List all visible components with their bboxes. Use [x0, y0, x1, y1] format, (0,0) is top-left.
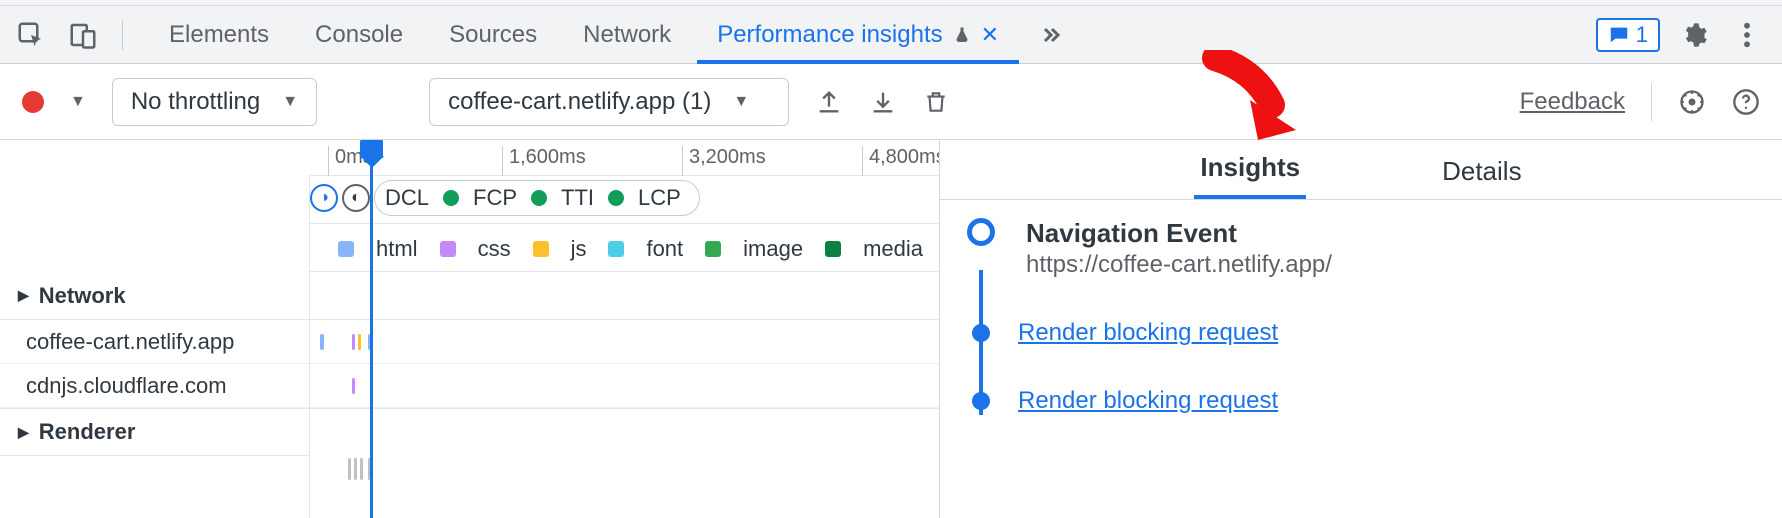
side-panel: Insights Details Navigation Event https:… [940, 140, 1782, 518]
throttling-label: No throttling [131, 88, 260, 116]
delete-icon[interactable] [923, 88, 949, 116]
import-icon[interactable] [869, 88, 897, 116]
marker-dot-icon [443, 190, 459, 206]
close-tab-icon[interactable]: ✕ [981, 22, 999, 48]
marker-dcl: DCL [385, 185, 429, 211]
inspect-element-icon[interactable] [16, 20, 46, 50]
marker-badge-icon: ◑ [310, 184, 338, 212]
marker-badge-icon: ◐ [342, 184, 370, 212]
ruler-tick: 3,200ms [682, 146, 766, 176]
marker-dot-icon [531, 190, 547, 206]
session-select[interactable]: coffee-cart.netlify.app (1) ▼ [429, 78, 789, 126]
kebab-menu-icon[interactable] [1728, 21, 1766, 49]
messages-count: 1 [1636, 22, 1648, 48]
chevron-down-icon: ▼ [282, 93, 298, 111]
legend-swatch-icon [338, 241, 354, 257]
messages-chip[interactable]: 1 [1596, 18, 1660, 52]
timeline-panel[interactable]: ▶Network coffee-cart.netlify.app cdnjs.c… [0, 140, 940, 518]
panel-settings-gear-icon[interactable] [1678, 88, 1706, 116]
tab-performance-insights[interactable]: Performance insights ✕ [697, 6, 1019, 64]
timing-marker-pill[interactable]: DCL FCP TTI LCP [374, 180, 700, 216]
legend-swatch-icon [825, 241, 841, 257]
marker-fcp: FCP [473, 185, 517, 211]
tab-elements[interactable]: Elements [149, 6, 289, 64]
legend-swatch-icon [533, 241, 549, 257]
ruler-tick: 4,800ms [862, 146, 940, 176]
insights-body: Navigation Event https://coffee-cart.net… [940, 200, 1782, 415]
tab-sources[interactable]: Sources [429, 6, 557, 64]
more-tabs-icon[interactable] [1025, 23, 1077, 47]
timing-markers: ◑ ◐ DCL FCP TTI LCP [310, 178, 700, 218]
chevron-down-icon: ▼ [733, 93, 749, 111]
devtools-tabstrip: Elements Console Sources Network Perform… [0, 6, 1782, 64]
experiment-flask-icon [953, 25, 971, 45]
tab-network[interactable]: Network [563, 6, 691, 64]
playhead[interactable] [370, 140, 373, 518]
network-track-row[interactable] [310, 320, 939, 364]
throttling-select[interactable]: No throttling ▼ [112, 78, 317, 126]
insight-link[interactable]: Render blocking request [1018, 387, 1278, 415]
legend-swatch-icon [440, 241, 456, 257]
settings-gear-icon[interactable] [1666, 21, 1722, 49]
legend-swatch-icon [608, 241, 624, 257]
time-ruler[interactable]: 0ms 1,600ms 3,200ms 4,800ms [310, 140, 939, 176]
perf-toolbar: ▼ No throttling ▼ coffee-cart.netlify.ap… [0, 64, 1782, 140]
insight-node-icon [972, 392, 990, 410]
insight-link[interactable]: Render blocking request [1018, 319, 1278, 347]
feedback-link[interactable]: Feedback [1520, 88, 1625, 116]
session-label: coffee-cart.netlify.app (1) [448, 88, 711, 116]
tab-console[interactable]: Console [295, 6, 423, 64]
network-host-row[interactable]: coffee-cart.netlify.app [0, 320, 309, 364]
resource-legend: html css js font image media [338, 236, 940, 262]
side-tab-details[interactable]: Details [1436, 156, 1527, 199]
renderer-track-row[interactable] [310, 456, 939, 500]
ruler-tick: 1,600ms [502, 146, 586, 176]
export-icon[interactable] [815, 88, 843, 116]
device-toggle-icon[interactable] [68, 20, 98, 50]
insight-title: Navigation Event [1026, 218, 1332, 249]
record-button[interactable] [22, 91, 44, 113]
legend-swatch-icon [705, 241, 721, 257]
insight-node-icon [967, 218, 995, 246]
insight-node-icon [972, 324, 990, 342]
insight-url: https://coffee-cart.netlify.app/ [1026, 251, 1332, 279]
network-section-toggle[interactable]: ▶Network [0, 272, 309, 320]
marker-lcp: LCP [638, 185, 681, 211]
renderer-section-toggle[interactable]: ▶Renderer [0, 408, 309, 456]
marker-dot-icon [608, 190, 624, 206]
network-track-row[interactable] [310, 364, 939, 408]
side-tab-insights[interactable]: Insights [1194, 152, 1306, 199]
network-host-row[interactable]: cdnjs.cloudflare.com [0, 364, 309, 408]
track-names-column: ▶Network coffee-cart.netlify.app cdnjs.c… [0, 176, 310, 518]
help-icon[interactable] [1732, 88, 1760, 116]
marker-tti: TTI [561, 185, 594, 211]
record-menu-arrow-icon[interactable]: ▼ [70, 93, 86, 111]
